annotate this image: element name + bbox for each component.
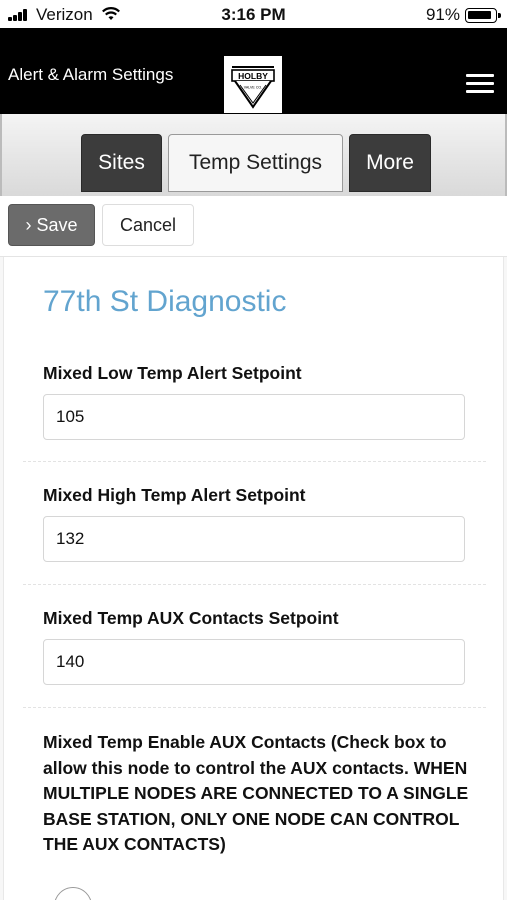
field-label-aux-setpoint: Mixed Temp AUX Contacts Setpoint	[43, 608, 339, 628]
page-title: Alert & Alarm Settings	[8, 65, 174, 84]
battery-icon	[465, 8, 501, 23]
cancel-button[interactable]: Cancel	[102, 204, 194, 246]
divider	[23, 461, 486, 462]
high-temp-setpoint-input[interactable]: 132	[43, 516, 465, 562]
settings-card: 77th St Diagnostic Mixed Low Temp Alert …	[3, 257, 504, 900]
field-label-low-temp: Mixed Low Temp Alert Setpoint	[43, 363, 302, 383]
save-button[interactable]: › Save	[8, 204, 95, 246]
tab-more[interactable]: More	[349, 134, 431, 192]
logo-text: HOLBY	[238, 71, 268, 81]
field-label-high-temp: Mixed High Temp Alert Setpoint	[43, 485, 306, 505]
logo-subtext: VALVE CO.	[244, 86, 262, 90]
aux-enable-checkbox[interactable]	[54, 887, 92, 900]
app-header: Alert & Alarm Settings HOLBY VALVE CO.	[0, 28, 507, 114]
battery-percent: 91%	[425, 5, 460, 24]
aux-contacts-setpoint-input[interactable]: 140	[43, 639, 465, 685]
aux-enable-label: Mixed Temp Enable AUX Contacts (Check bo…	[43, 732, 469, 854]
divider	[23, 584, 486, 585]
tab-bar: Sites Temp Settings More	[0, 114, 507, 196]
site-title: 77th St Diagnostic	[43, 285, 287, 318]
holby-logo[interactable]: HOLBY VALVE CO.	[224, 56, 282, 113]
action-bar: › Save Cancel	[0, 196, 507, 254]
settings-panel: 77th St Diagnostic Mixed Low Temp Alert …	[0, 256, 507, 900]
save-label: Save	[36, 214, 78, 235]
battery-fill	[468, 11, 491, 19]
status-bar: Verizon 3:16 PM 91%	[0, 0, 507, 28]
divider	[23, 707, 486, 708]
tab-sites[interactable]: Sites	[81, 134, 162, 192]
chevron-right-icon: ›	[25, 214, 32, 235]
tab-temp-settings[interactable]: Temp Settings	[168, 134, 343, 192]
low-temp-setpoint-input[interactable]: 105	[43, 394, 465, 440]
hamburger-menu-icon[interactable]	[466, 74, 494, 94]
